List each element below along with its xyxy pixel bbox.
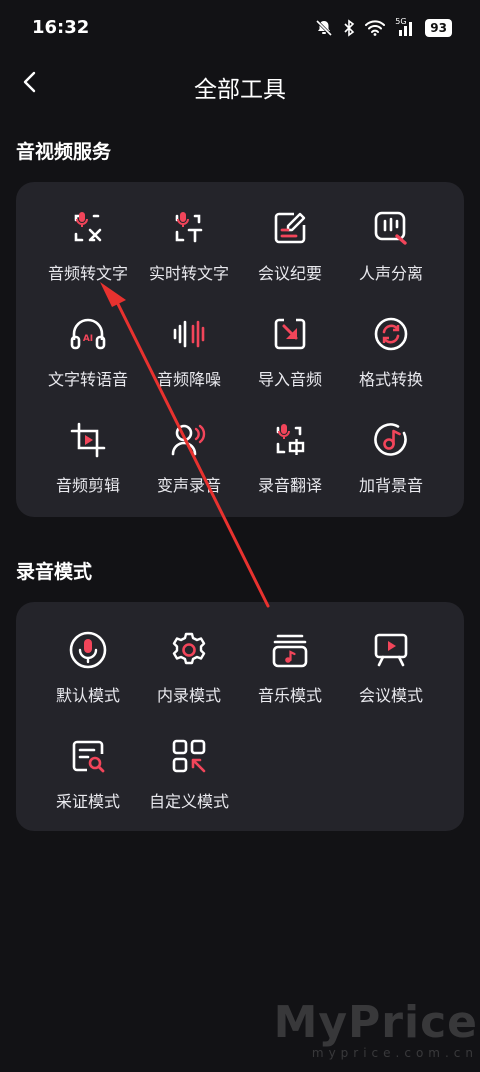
mute-icon [315,19,333,37]
text-to-speech-icon: AI [68,314,108,354]
music-stack-icon [270,630,310,670]
tool-label: 采证模式 [55,792,120,811]
mode-default[interactable]: 默认模式 [36,614,140,706]
section-title-av-services: 音视频服务 [16,141,112,163]
mode-music[interactable]: 音乐模式 [238,614,342,706]
header: 全部工具 [0,56,480,112]
tool-label: 自定义模式 [148,792,229,811]
noise-reduction-icon [169,314,209,354]
signal-icon: 5G [395,17,415,37]
microphone-icon [68,630,108,670]
voice-separation-icon [371,208,411,248]
custom-grid-icon [169,736,209,776]
status-time: 16:32 [32,17,90,38]
mode-internal[interactable]: 内录模式 [137,614,241,706]
battery-level: 93 [425,19,452,37]
tool-format-convert[interactable]: 格式转换 [339,298,443,390]
watermark: MyPrice myprice.com.cn [273,997,478,1061]
status-bar: 16:32 5G 93 [0,0,480,56]
page-title: 全部工具 [194,77,286,103]
watermark-domain: myprice.com.cn [311,1046,478,1060]
add-background-music-icon [371,420,411,460]
tool-label: 默认模式 [55,686,120,705]
tool-label: 音频转文字 [47,264,128,283]
voice-changer-icon [169,420,209,460]
tool-voice-separation[interactable]: 人声分离 [339,192,443,284]
tool-text-to-speech[interactable]: AI 文字转语音 [36,298,140,390]
tool-label: 录音翻译 [257,476,322,495]
tool-meeting-notes[interactable]: 会议纪要 [238,192,342,284]
tool-label: 变声录音 [156,476,221,495]
tool-label: 导入音频 [257,370,322,389]
tool-label: 音频降噪 [156,370,221,389]
format-convert-icon [371,314,411,354]
tool-label: 会议模式 [358,686,423,705]
tool-realtime-transcribe[interactable]: 实时转文字 [137,192,241,284]
gear-icon [169,630,209,670]
audio-to-text-icon [68,208,108,248]
wifi-icon [365,20,386,36]
tool-label: 人声分离 [358,264,423,283]
import-audio-icon [270,314,310,354]
evidence-search-icon [68,736,108,776]
status-icons: 5G 93 [315,16,452,40]
section-title-recording-modes: 录音模式 [16,561,93,583]
presentation-icon [371,630,411,670]
recording-translate-icon [270,420,310,460]
audio-crop-icon [68,420,108,460]
av-services-card: 音频转文字 实时转文字 会议纪要 人声分离 AI 文字转语音 音频降噪 导入音频… [16,182,464,517]
tool-add-background-music[interactable]: 加背景音 [339,404,443,496]
meeting-notes-icon [270,208,310,248]
svg-text:AI: AI [83,334,93,344]
tool-label: 格式转换 [358,370,423,389]
tool-voice-changer[interactable]: 变声录音 [137,404,241,496]
mode-custom[interactable]: 自定义模式 [137,720,241,812]
tool-label: 加背景音 [358,476,423,495]
tool-label: 音乐模式 [257,686,322,705]
mode-meeting[interactable]: 会议模式 [339,614,443,706]
realtime-transcribe-icon [169,208,209,248]
bluetooth-icon [343,19,355,37]
mode-evidence[interactable]: 采证模式 [36,720,140,812]
tool-audio-to-text[interactable]: 音频转文字 [36,192,140,284]
tool-label: 实时转文字 [148,264,229,283]
tool-audio-crop[interactable]: 音频剪辑 [36,404,140,496]
tool-noise-reduction[interactable]: 音频降噪 [137,298,241,390]
recording-modes-card: 默认模式 内录模式 音乐模式 会议模式 采证模式 自定义模式 [16,602,464,831]
watermark-brand: MyPrice [273,997,478,1048]
tool-recording-translate[interactable]: 录音翻译 [238,404,342,496]
tool-label: 内录模式 [156,686,221,705]
tool-label: 音频剪辑 [55,476,120,495]
tool-import-audio[interactable]: 导入音频 [238,298,342,390]
tool-label: 文字转语音 [47,370,128,389]
tool-label: 会议纪要 [257,264,322,283]
